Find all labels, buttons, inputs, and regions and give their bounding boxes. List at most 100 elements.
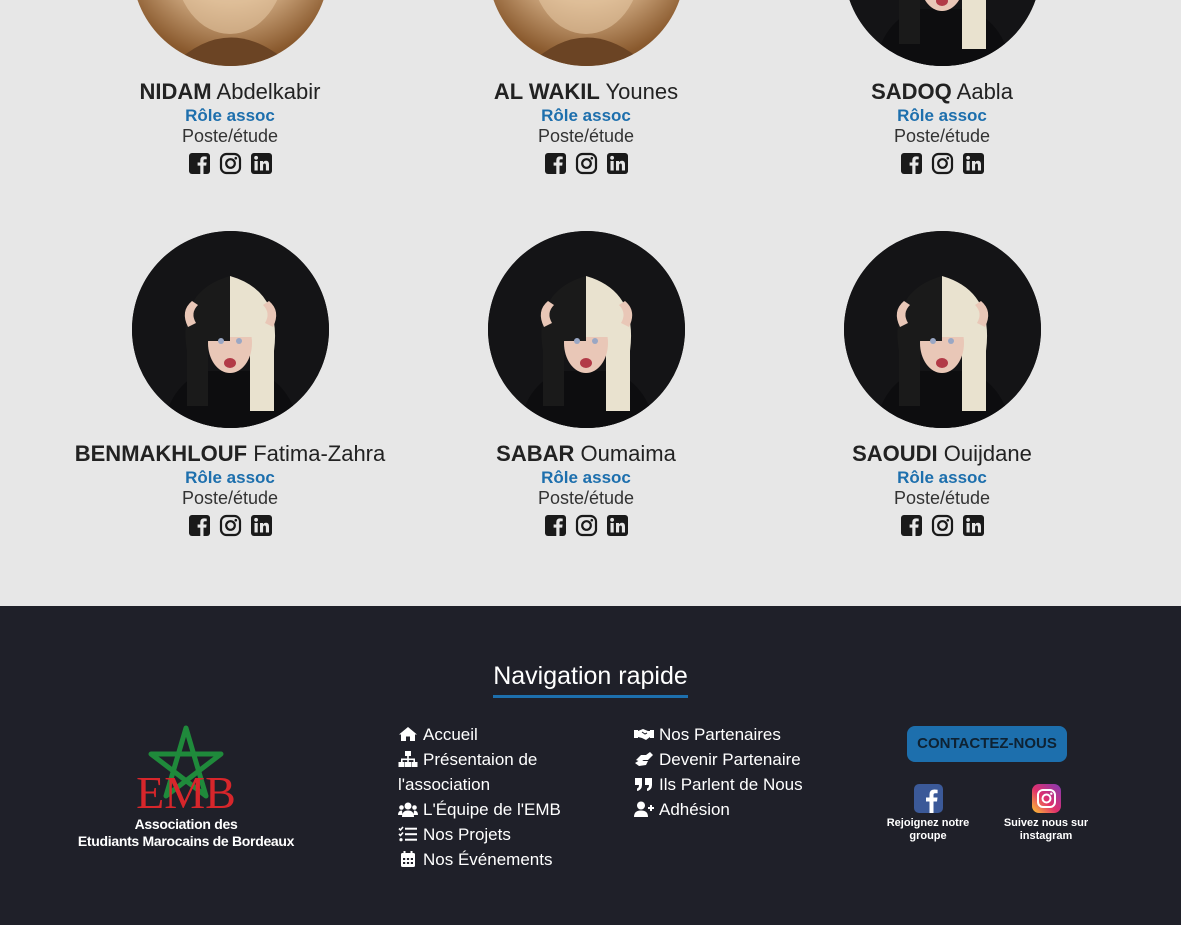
link-label: Adhésion — [659, 800, 730, 819]
member-photo — [487, 0, 685, 66]
linkedin-icon[interactable] — [962, 514, 985, 537]
member-last-name: BENMAKHLOUF — [74, 441, 248, 466]
member-photo — [487, 231, 685, 428]
handshake-icon — [634, 726, 654, 742]
link-accueil[interactable]: Accueil — [398, 722, 588, 747]
quote-icon — [634, 776, 654, 792]
link-evenements[interactable]: Nos Événements — [398, 847, 588, 872]
facebook-square-icon[interactable] — [544, 514, 567, 537]
nav-title: Navigation rapide — [493, 662, 688, 698]
team-section: NIDAM Abdelkabir Rôle assoc Poste/étude … — [0, 0, 1181, 606]
linkedin-icon[interactable] — [606, 514, 629, 537]
instagram-link[interactable]: Suivez nous sur instagram — [991, 784, 1101, 843]
member-socials — [406, 514, 766, 537]
linkedin-icon[interactable] — [962, 152, 985, 175]
link-presentation[interactable]: Présentaion de l'association — [398, 747, 588, 797]
link-label: Devenir Partenaire — [659, 750, 801, 769]
member-card: SABAR Oumaima Rôle assoc Poste/étude — [406, 231, 766, 537]
contact-button[interactable]: CONTACTEZ-NOUS — [907, 726, 1067, 762]
member-role: Rôle assoc — [541, 106, 631, 125]
member-last-name: SABAR — [496, 441, 575, 466]
linkedin-icon[interactable] — [250, 514, 273, 537]
link-partenaires[interactable]: Nos Partenaires — [634, 722, 834, 747]
member-socials — [50, 514, 410, 537]
member-photo — [131, 231, 329, 428]
member-poste: Poste/étude — [893, 488, 991, 508]
member-poste: Poste/étude — [537, 488, 635, 508]
linkedin-icon[interactable] — [250, 152, 273, 175]
instagram-icon[interactable] — [575, 514, 598, 537]
link-label: L'Équipe de l'EMB — [423, 800, 561, 819]
link-label: Nos Événements — [423, 850, 553, 869]
member-photo — [843, 231, 1041, 428]
facebook-logo-icon — [913, 784, 943, 813]
quick-links-col-2: Nos Partenaires Devenir Partenaire Ils P… — [634, 722, 834, 822]
emb-logo[interactable]: EMB Association des Etudiants Marocains … — [74, 724, 298, 850]
member-card: SADOQ Aabla Rôle assoc Poste/étude — [762, 0, 1122, 175]
facebook-square-icon[interactable] — [900, 514, 923, 537]
instagram-icon[interactable] — [931, 152, 954, 175]
member-card: NIDAM Abdelkabir Rôle assoc Poste/étude — [50, 0, 410, 175]
link-label: Présentaion de l'association — [398, 750, 538, 794]
emb-logo-mark: EMB — [136, 725, 236, 816]
facebook-group-link[interactable]: Rejoignez notre groupe — [873, 784, 983, 843]
link-devenir-partenaire[interactable]: Devenir Partenaire — [634, 747, 834, 772]
link-ils-parlent[interactable]: Ils Parlent de Nous — [634, 772, 834, 797]
logo-line-2: Etudiants Marocains de Bordeaux — [77, 833, 295, 849]
instagram-icon[interactable] — [931, 514, 954, 537]
instagram-icon[interactable] — [575, 152, 598, 175]
member-name: SABAR Oumaima — [406, 440, 766, 468]
link-label: Nos Projets — [423, 825, 511, 844]
member-card: BENMAKHLOUF Fatima-Zahra Rôle assoc Post… — [50, 231, 410, 537]
member-first-name: Oumaima — [580, 441, 676, 466]
member-poste: Poste/étude — [181, 126, 279, 146]
logo-line-1: Association des — [134, 816, 238, 832]
member-last-name: NIDAM — [139, 79, 212, 104]
link-projets[interactable]: Nos Projets — [398, 822, 588, 847]
hands-helping-icon — [634, 751, 654, 767]
member-role: Rôle assoc — [541, 468, 631, 487]
member-socials — [762, 514, 1122, 537]
member-name: NIDAM Abdelkabir — [50, 78, 410, 106]
instagram-icon[interactable] — [219, 514, 242, 537]
member-card: SAOUDI Ouijdane Rôle assoc Poste/étude — [762, 231, 1122, 537]
member-first-name: Ouijdane — [943, 441, 1032, 466]
facebook-square-icon[interactable] — [544, 152, 567, 175]
facebook-square-icon[interactable] — [188, 514, 211, 537]
link-adhesion[interactable]: Adhésion — [634, 797, 834, 822]
member-first-name: Abdelkabir — [216, 79, 321, 104]
member-first-name: Younes — [605, 79, 679, 104]
instagram-label: Suivez nous sur instagram — [1003, 817, 1089, 842]
calendar-icon — [398, 851, 418, 867]
footer-nav-title-wrap: Navigation rapide — [0, 662, 1181, 698]
home-icon — [398, 726, 418, 742]
instagram-logo-icon — [1031, 784, 1061, 813]
member-photo — [843, 0, 1041, 66]
member-role: Rôle assoc — [185, 106, 275, 125]
tasks-icon — [398, 826, 418, 842]
member-poste: Poste/étude — [537, 126, 635, 146]
link-label: Nos Partenaires — [659, 725, 781, 744]
emb-logo-text: EMB — [136, 767, 236, 816]
member-socials — [406, 152, 766, 175]
facebook-group-label: Rejoignez notre groupe — [886, 817, 970, 842]
footer: Navigation rapide EMB Association des Et… — [0, 606, 1181, 925]
member-role: Rôle assoc — [897, 468, 987, 487]
member-name: AL WAKIL Younes — [406, 78, 766, 106]
member-role: Rôle assoc — [897, 106, 987, 125]
member-role: Rôle assoc — [185, 468, 275, 487]
instagram-icon[interactable] — [219, 152, 242, 175]
sitemap-icon — [398, 751, 418, 767]
member-name: SADOQ Aabla — [762, 78, 1122, 106]
member-last-name: SADOQ — [871, 79, 952, 104]
facebook-square-icon[interactable] — [188, 152, 211, 175]
linkedin-icon[interactable] — [606, 152, 629, 175]
link-label: Accueil — [423, 725, 478, 744]
member-first-name: Aabla — [956, 79, 1013, 104]
member-name: BENMAKHLOUF Fatima-Zahra — [50, 440, 410, 468]
link-equipe[interactable]: L'Équipe de l'EMB — [398, 797, 588, 822]
member-socials — [762, 152, 1122, 175]
member-photo — [131, 0, 329, 66]
facebook-square-icon[interactable] — [900, 152, 923, 175]
users-icon — [398, 801, 418, 817]
